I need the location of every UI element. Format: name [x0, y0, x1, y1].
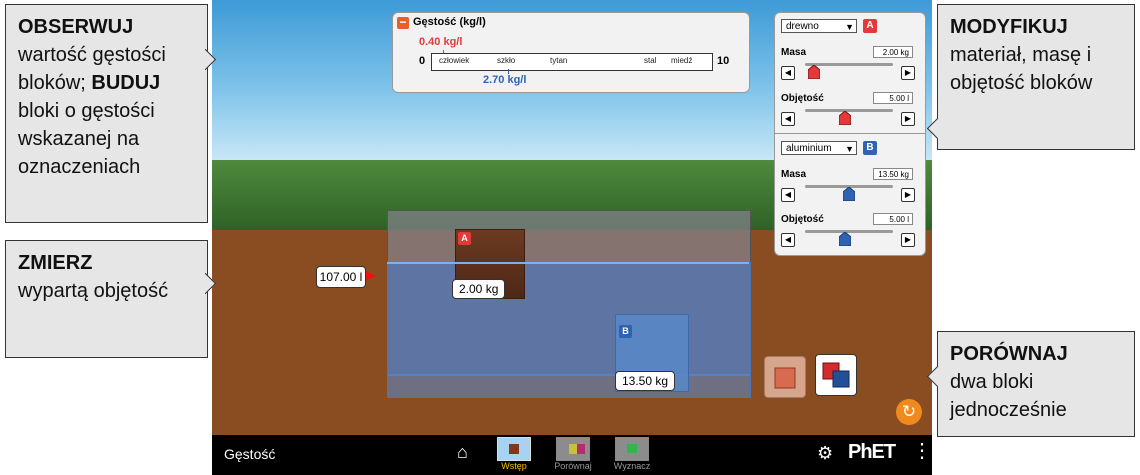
reset-all-button[interactable]: ↻ [896, 399, 922, 425]
block-b-badge: B [619, 325, 632, 338]
block-b-mass-label: Masa [781, 169, 807, 180]
block-a-mass-value: 2.00 kg [873, 46, 913, 58]
block-b-mass-value: 13.50 kg [873, 168, 913, 180]
tick-label: szkło [497, 56, 516, 65]
intro-thumbnail [497, 437, 531, 461]
home-icon[interactable]: ⌂ [457, 443, 477, 461]
tab-determine-label: Wyznacz [613, 461, 651, 471]
density-meter-panel: − Gęstość (kg/l) 0.40 kg/l 0 człowiek sz… [392, 12, 750, 93]
density-scale-min: 0 [419, 55, 426, 67]
measure-title: ZMIERZ [18, 252, 93, 274]
pool-floor [387, 374, 751, 398]
compare-callout: PORÓWNAJ dwa bloki jednocześnie [937, 331, 1135, 437]
measure-callout: ZMIERZ wypartą objętość [5, 240, 208, 358]
compare-thumbnail [556, 437, 590, 461]
two-blocks-icon [822, 362, 850, 388]
phet-logo[interactable]: PhET [848, 441, 896, 464]
block-b-volume-increase-button[interactable]: ▶ [901, 233, 915, 247]
block-a-mass-slider-thumb[interactable] [808, 65, 820, 79]
block-a-density-value: 0.40 kg/l [419, 36, 463, 48]
water-surface [387, 262, 749, 264]
block-a-badge: A [458, 232, 471, 245]
block-a-material-select[interactable]: drewno ▼ [781, 19, 857, 33]
tab-compare[interactable]: Porównaj [549, 437, 597, 473]
block-a-mass-increase-button[interactable]: ▶ [901, 66, 915, 80]
block-b-mass-decrease-button[interactable]: ◀ [781, 188, 795, 202]
block-a-volume-decrease-button[interactable]: ◀ [781, 112, 795, 126]
observe-title: OBSERWUJ [18, 16, 134, 38]
two-blocks-mode-button[interactable] [815, 354, 857, 396]
tab-intro-label: Wstęp [501, 461, 527, 471]
block-b-density-value: 2.70 kg/l [483, 74, 527, 86]
control-divider [775, 133, 925, 134]
chevron-down-icon: ▼ [845, 22, 854, 32]
density-meter-title: Gęstość (kg/l) [413, 16, 486, 28]
pool-air-region [387, 210, 751, 263]
block-b-mass-increase-button[interactable]: ▶ [901, 188, 915, 202]
pool-water [387, 262, 751, 376]
collapse-icon[interactable]: − [397, 16, 409, 29]
single-block-mode-button[interactable] [764, 356, 806, 398]
modify-text: materiał, masę i objętość bloków [950, 44, 1093, 94]
block-a-volume-label: Objętość [781, 93, 824, 104]
compare-text: dwa bloki jednocześnie [950, 371, 1067, 421]
block-a-control-badge: A [863, 19, 877, 33]
block-controls-panel: drewno ▼ A Masa 2.00 kg ◀ ▶ Objętość 5.0… [774, 12, 926, 256]
volume-level-arrow [366, 271, 376, 281]
block-a-volume-increase-button[interactable]: ▶ [901, 112, 915, 126]
navigation-bar: Gęstość ⌂ Wstęp Porównaj Wyznacz ⚙ PhET … [212, 435, 932, 475]
compare-title: PORÓWNAJ [950, 343, 1068, 365]
modify-title: MODYFIKUJ [950, 16, 1068, 38]
observe-callout: OBSERWUJ wartość gęstości bloków; BUDUJ … [5, 4, 208, 223]
block-b-mass-label: 13.50 kg [615, 371, 676, 391]
block-a-volume-slider-thumb[interactable] [839, 111, 851, 125]
tab-compare-label: Porównaj [554, 461, 592, 471]
build-title: BUDUJ [91, 72, 161, 94]
block-b-control-badge: B [863, 141, 877, 155]
block-b-material-select[interactable]: aluminium ▼ [781, 141, 857, 155]
sim-title: Gęstość [224, 446, 276, 462]
tick-label: stal [644, 56, 657, 65]
reset-icon: ↻ [901, 402, 917, 421]
tick-label: miedź [671, 56, 693, 65]
modify-callout: MODYFIKUJ materiał, masę i objętość blok… [937, 4, 1135, 150]
determine-thumbnail [615, 437, 649, 461]
block-b-volume-decrease-button[interactable]: ◀ [781, 233, 795, 247]
block-b-volume-slider-thumb[interactable] [839, 232, 851, 246]
observe-text-2: bloki o gęstości wskazanej na oznaczenia… [18, 100, 155, 178]
tick-label: człowiek [439, 56, 470, 65]
simulation-area: A 2.00 kg B 13.50 kg 107.00 l − Gęstość … [212, 0, 932, 475]
single-block-icon [774, 367, 796, 389]
phet-logo-text: PhET [848, 441, 896, 463]
block-b-volume-value: 5.00 l [873, 213, 913, 225]
volume-readout: 107.00 l [316, 266, 366, 288]
tab-intro[interactable]: Wstęp [490, 437, 538, 473]
measure-text: wypartą objętość [18, 280, 169, 302]
tab-determine[interactable]: Wyznacz [608, 437, 656, 473]
menu-dots-icon[interactable]: ⋮ [912, 441, 932, 461]
block-a-volume-value: 5.00 l [873, 92, 913, 104]
block-b-volume-label: Objętość [781, 214, 824, 225]
block-b-mass-slider-thumb[interactable] [843, 187, 855, 201]
gear-icon[interactable]: ⚙ [817, 443, 833, 464]
block-a-mass-label: Masa [781, 47, 807, 58]
block-a-mass-decrease-button[interactable]: ◀ [781, 66, 795, 80]
tick-label: tytan [550, 56, 568, 65]
block-a-mass-label: 2.00 kg [452, 279, 506, 299]
chevron-down-icon: ▼ [845, 144, 854, 154]
block-a-material-value: drewno [786, 21, 819, 32]
density-scale-max: 10 [717, 55, 730, 67]
block-b-material-value: aluminium [786, 143, 832, 154]
